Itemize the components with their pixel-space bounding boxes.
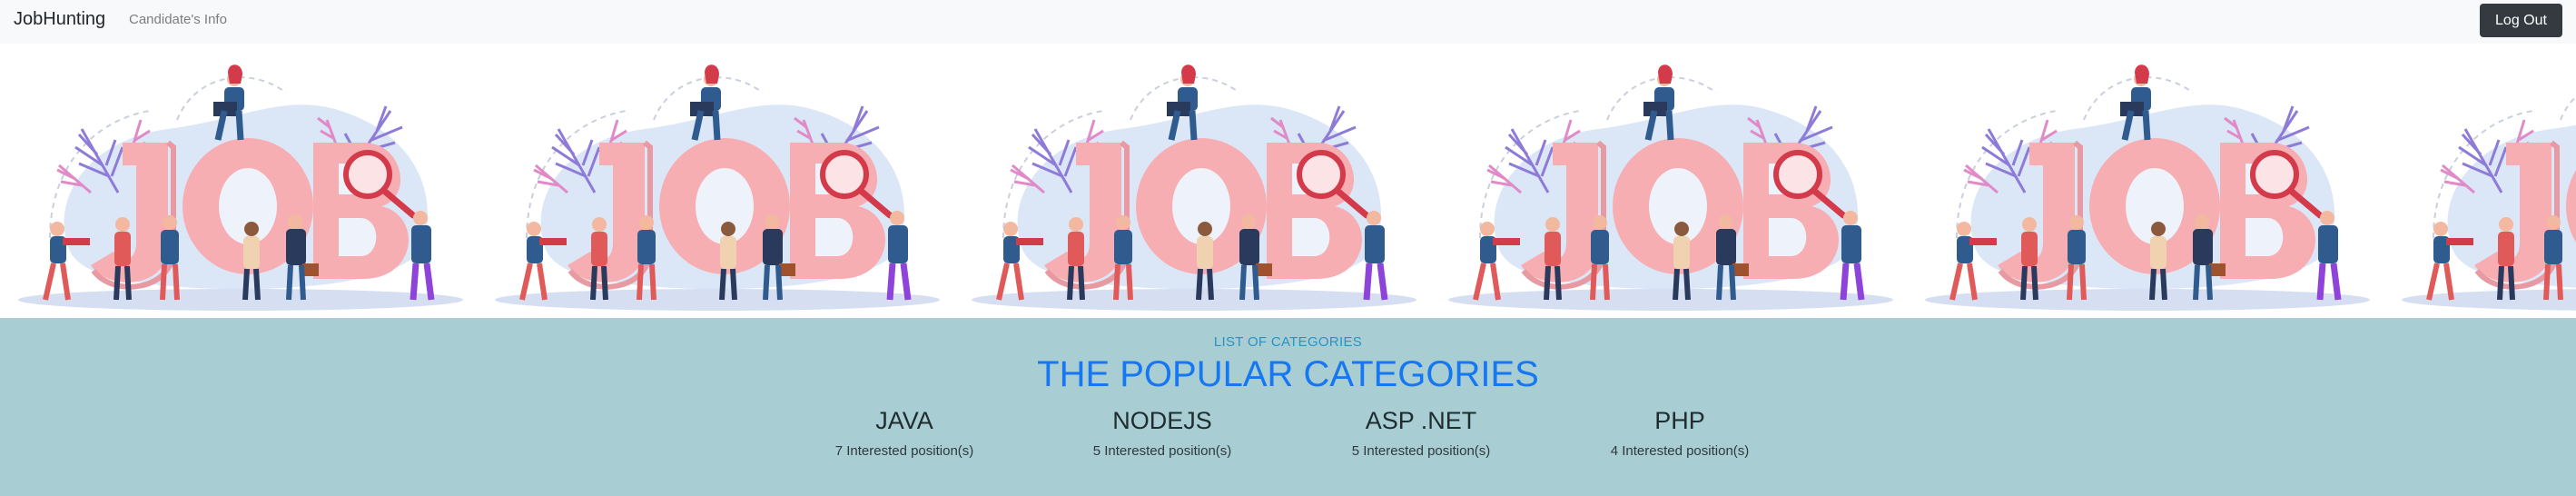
popular-categories-section: LIST OF CATEGORIES THE POPULAR CATEGORIE…: [0, 318, 2576, 496]
category-card-java[interactable]: JAVA 7 Interested position(s): [795, 407, 1013, 459]
banner-tile-5: [1920, 56, 2370, 311]
banner-tile-6: [2397, 56, 2576, 311]
banner-tile-3: [967, 56, 1416, 311]
category-count: 5 Interested position(s): [1092, 443, 1232, 459]
category-card-nodejs[interactable]: NODEJS 5 Interested position(s): [1053, 407, 1271, 459]
section-title: THE POPULAR CATEGORIES: [1037, 354, 1539, 394]
logout-button[interactable]: Log Out: [2480, 4, 2562, 37]
banner-illustration-strip: [0, 44, 2576, 318]
category-name: ASP .NET: [1365, 407, 1477, 434]
category-card-php[interactable]: PHP 4 Interested position(s): [1571, 407, 1789, 459]
banner-tile-4: [1444, 56, 1893, 311]
section-eyebrow: LIST OF CATEGORIES: [1213, 334, 1363, 350]
brand-link[interactable]: JobHunting: [14, 9, 105, 30]
banner-tile-1: [14, 56, 463, 311]
category-name: PHP: [1654, 407, 1705, 434]
category-name: JAVA: [875, 407, 933, 434]
category-count: 4 Interested position(s): [1610, 443, 1750, 459]
nav-link-candidates-info[interactable]: Candidate's Info: [129, 12, 227, 27]
category-count: 7 Interested position(s): [834, 443, 974, 459]
navbar: JobHunting Candidate's Info Log Out: [0, 0, 2576, 44]
category-count: 5 Interested position(s): [1351, 443, 1491, 459]
banner-tile-2: [490, 56, 940, 311]
category-card-asp-net[interactable]: ASP .NET 5 Interested position(s): [1312, 407, 1530, 459]
category-name: NODEJS: [1112, 407, 1212, 434]
